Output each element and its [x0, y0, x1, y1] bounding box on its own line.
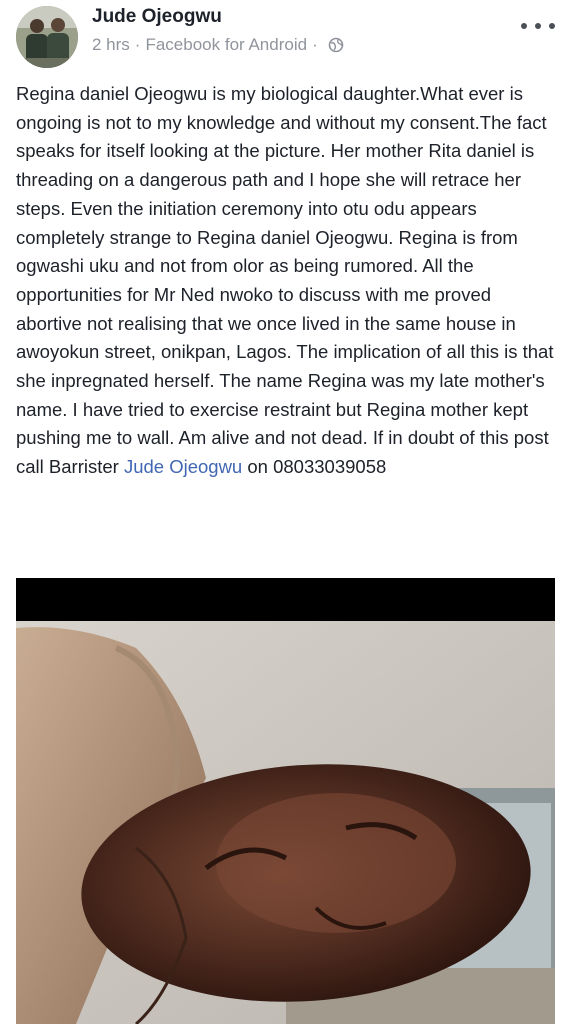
post-header: Jude Ojeogwu 2 hrs · Facebook for Androi… [0, 0, 571, 70]
dot [535, 23, 541, 29]
post-photo[interactable] [16, 578, 555, 1024]
meta-separator: · [312, 35, 318, 54]
more-options-icon[interactable] [521, 16, 555, 36]
post-time[interactable]: 2 hrs [92, 35, 130, 55]
post-meta: 2 hrs · Facebook for Android · [92, 35, 344, 55]
post-text-end: on 08033039058 [242, 456, 387, 478]
avatar-photo [16, 6, 78, 68]
dot [521, 23, 527, 29]
post-text-main: Regina daniel Ojeogwu is my biological d… [16, 83, 554, 478]
meta-separator: · [134, 35, 141, 54]
post-text: Regina daniel Ojeogwu is my biological d… [16, 80, 557, 482]
avatar[interactable] [16, 6, 78, 68]
facebook-post: Jude Ojeogwu 2 hrs · Facebook for Androi… [0, 0, 571, 1024]
globe-icon [328, 37, 344, 53]
dot [549, 23, 555, 29]
post-source: Facebook for Android [145, 35, 308, 54]
mention-link[interactable]: Jude Ojeogwu [124, 456, 242, 477]
author-name[interactable]: Jude Ojeogwu [92, 6, 222, 28]
photo-image [16, 578, 555, 1024]
